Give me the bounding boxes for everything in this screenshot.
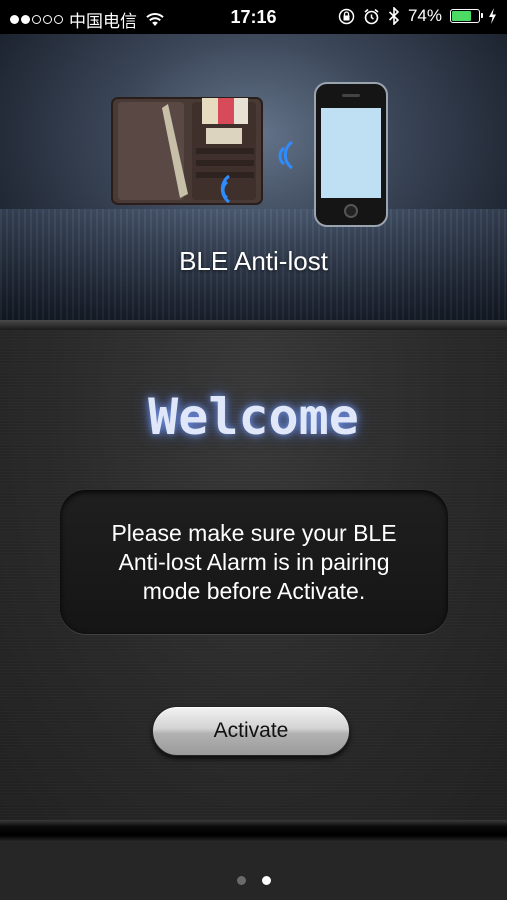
welcome-panel: Welcome Please make sure your BLE Anti-l… [0,330,507,820]
page-dot-1[interactable] [236,876,246,885]
battery-icon [450,9,483,23]
bluetooth-signal-icon [278,140,293,170]
status-bar: 中国电信 17:16 74% [0,0,507,34]
instruction-text: Please make sure your BLE Anti-lost Alar… [111,519,397,604]
bluetooth-icon [388,7,400,25]
app-title: BLE Anti-lost [179,246,328,276]
hero-banner: BLE Anti-lost [0,34,507,324]
battery-percentage: 74% [407,6,442,25]
instruction-box: Please make sure your BLE Anti-lost Alar… [60,490,448,634]
page-indicator[interactable] [0,876,507,885]
page-dot-2[interactable] [261,876,271,885]
welcome-heading: Welcome [148,388,359,446]
battery-level [452,11,471,21]
phone-illustration [314,82,388,227]
activate-button[interactable]: Activate [152,706,350,756]
rotation-lock-icon [338,8,355,24]
charging-icon [489,8,496,24]
alarm-clock-icon [364,8,379,24]
bottom-divider [0,820,507,842]
bottom-area [0,842,507,900]
divider [0,320,507,330]
status-right: 74% [338,6,497,26]
bluetooth-signal-icon [220,174,230,204]
